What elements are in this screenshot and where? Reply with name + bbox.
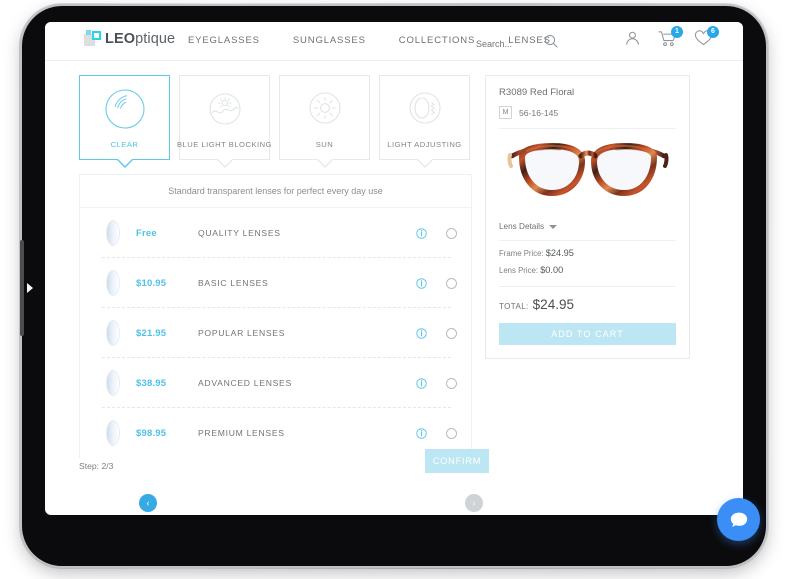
lens-option-row[interactable]: $98.95 PREMIUM LENSES	[80, 408, 471, 458]
product-size-row: M 56-16-145	[499, 106, 676, 129]
lens-option-radio[interactable]	[431, 427, 471, 439]
lens-type-tab-group: CLEAR BLUE LIGHT BLOCKING SUN LIGHT ADJU…	[79, 75, 472, 168]
wizard-nav-arrows: ‹ ›	[79, 494, 717, 514]
wishlist-heart-icon[interactable]: 6	[694, 26, 719, 52]
logo-mark-icon	[84, 30, 101, 47]
total-row: TOTAL: $24.95	[499, 286, 676, 312]
lens-option-row[interactable]: $10.95 BASIC LENSES	[80, 258, 471, 308]
frame-price-label: Frame Price:	[499, 249, 544, 258]
nav-item-eyeglasses[interactable]: EYEGLASSES	[188, 35, 260, 46]
lens-thumbnail-icon	[102, 319, 124, 347]
cart-count-badge: 1	[671, 26, 683, 38]
lens-details-toggle[interactable]: Lens Details	[499, 215, 676, 241]
light-adjusting-icon	[408, 91, 441, 124]
lens-option-price: Free	[136, 227, 157, 239]
lens-option-radio[interactable]	[431, 277, 471, 289]
total-value: $24.95	[532, 297, 574, 312]
lens-type-label-sun: SUN	[315, 139, 334, 149]
site-header: LEOptique EYEGLASSES SUNGLASSES COLLECTI…	[45, 22, 743, 61]
product-card: R3089 Red Floral M 56-16-145 Lens Detail…	[485, 75, 690, 359]
total-label: TOTAL:	[499, 302, 529, 311]
left-edge-arrow-icon[interactable]	[27, 283, 33, 293]
lens-type-label-blue-light-blocking: BLUE LIGHT BLOCKING	[176, 139, 273, 149]
info-icon[interactable]	[411, 277, 431, 289]
lens-option-radio[interactable]	[431, 327, 471, 339]
lens-option-price: $10.95	[136, 277, 167, 289]
product-image	[499, 129, 676, 215]
next-step-button[interactable]: ›	[465, 494, 483, 512]
lens-option-row[interactable]: $38.95 ADVANCED LENSES	[80, 358, 471, 408]
search-icon[interactable]	[544, 34, 558, 53]
lens-option-name: POPULAR LENSES	[198, 328, 286, 338]
lens-price-value: $0.00	[540, 265, 564, 275]
confirm-button[interactable]: CONFIRM	[425, 449, 489, 473]
info-icon[interactable]	[411, 377, 431, 389]
lens-type-tab-sun[interactable]: SUN	[279, 75, 370, 168]
clear-lens-icon	[104, 88, 145, 129]
lens-thumbnail-icon	[102, 219, 124, 247]
lens-thumbnail-icon	[102, 419, 124, 447]
search-box	[476, 34, 558, 53]
info-icon[interactable]	[411, 327, 431, 339]
lens-option-radio[interactable]	[431, 377, 471, 389]
page-body: CLEAR BLUE LIGHT BLOCKING SUN LIGHT ADJU…	[45, 61, 743, 515]
lens-type-label-clear: CLEAR	[110, 139, 139, 149]
chevron-down-icon	[549, 224, 558, 229]
sun-icon	[308, 91, 341, 124]
lens-options-panel: Standard transparent lenses for perfect …	[79, 174, 472, 458]
chat-widget-button[interactable]	[717, 498, 760, 541]
product-summary-column: R3089 Red Floral M 56-16-145 Lens Detail…	[485, 75, 690, 458]
previous-step-button[interactable]: ‹	[139, 494, 157, 512]
product-dimensions: 56-16-145	[519, 107, 559, 118]
lens-type-tab-blue-light-blocking[interactable]: BLUE LIGHT BLOCKING	[176, 75, 273, 168]
frame-price-value: $24.95	[545, 248, 574, 258]
lens-option-name: ADVANCED LENSES	[198, 378, 292, 388]
lens-type-tab-light-adjusting[interactable]: LIGHT ADJUSTING	[379, 75, 470, 168]
product-title: R3089 Red Floral	[499, 87, 575, 98]
logo-text-bold: LEO	[105, 30, 136, 47]
lens-option-price: $21.95	[136, 327, 167, 339]
account-icon[interactable]	[624, 30, 641, 52]
lens-option-row[interactable]: $21.95 POPULAR LENSES	[80, 308, 471, 358]
logo-text-light: ptique	[135, 30, 176, 47]
lens-selection-column: CLEAR BLUE LIGHT BLOCKING SUN LIGHT ADJU…	[79, 75, 472, 458]
tablet-side-button[interactable]	[20, 240, 24, 336]
header-icon-group: 1 6	[624, 26, 719, 52]
lens-type-description: Standard transparent lenses for perfect …	[80, 175, 471, 208]
size-badge: M	[499, 106, 512, 119]
lens-option-name: PREMIUM LENSES	[198, 428, 285, 438]
blue-light-icon	[208, 92, 241, 125]
search-input[interactable]	[476, 38, 536, 49]
info-icon[interactable]	[411, 227, 431, 239]
lens-price-line: Lens Price: $0.00	[499, 265, 676, 275]
frame-price-line: Frame Price: $24.95	[499, 248, 676, 258]
add-to-cart-button[interactable]: ADD TO CART	[499, 323, 676, 345]
lens-thumbnail-icon	[102, 369, 124, 397]
lens-thumbnail-icon	[102, 269, 124, 297]
lens-option-price: $38.95	[136, 377, 167, 389]
lens-option-name: BASIC LENSES	[198, 278, 269, 288]
lens-option-row[interactable]: Free QUALITY LENSES	[80, 208, 471, 258]
lens-type-label-light-adjusting: LIGHT ADJUSTING	[387, 139, 462, 149]
lens-price-label: Lens Price:	[499, 266, 539, 275]
info-icon[interactable]	[411, 427, 431, 439]
nav-item-sunglasses[interactable]: SUNGLASSES	[293, 35, 366, 46]
chat-bubble-icon	[730, 512, 747, 527]
nav-item-collections[interactable]: COLLECTIONS	[399, 35, 475, 46]
tablet-screen: LEOptique EYEGLASSES SUNGLASSES COLLECTI…	[45, 22, 743, 515]
lens-type-tab-clear[interactable]: CLEAR	[79, 75, 170, 168]
lens-option-price: $98.95	[136, 427, 167, 439]
cart-icon[interactable]: 1	[658, 26, 683, 52]
site-logo[interactable]: LEOptique	[84, 30, 175, 47]
lens-option-name: QUALITY LENSES	[198, 228, 281, 238]
wishlist-count-badge: 6	[707, 26, 719, 38]
step-row: Step: 2/3 CONFIRM	[79, 449, 717, 473]
lens-details-label: Lens Details	[499, 222, 545, 231]
lens-option-radio[interactable]	[431, 227, 471, 239]
step-indicator: Step: 2/3	[79, 461, 114, 471]
